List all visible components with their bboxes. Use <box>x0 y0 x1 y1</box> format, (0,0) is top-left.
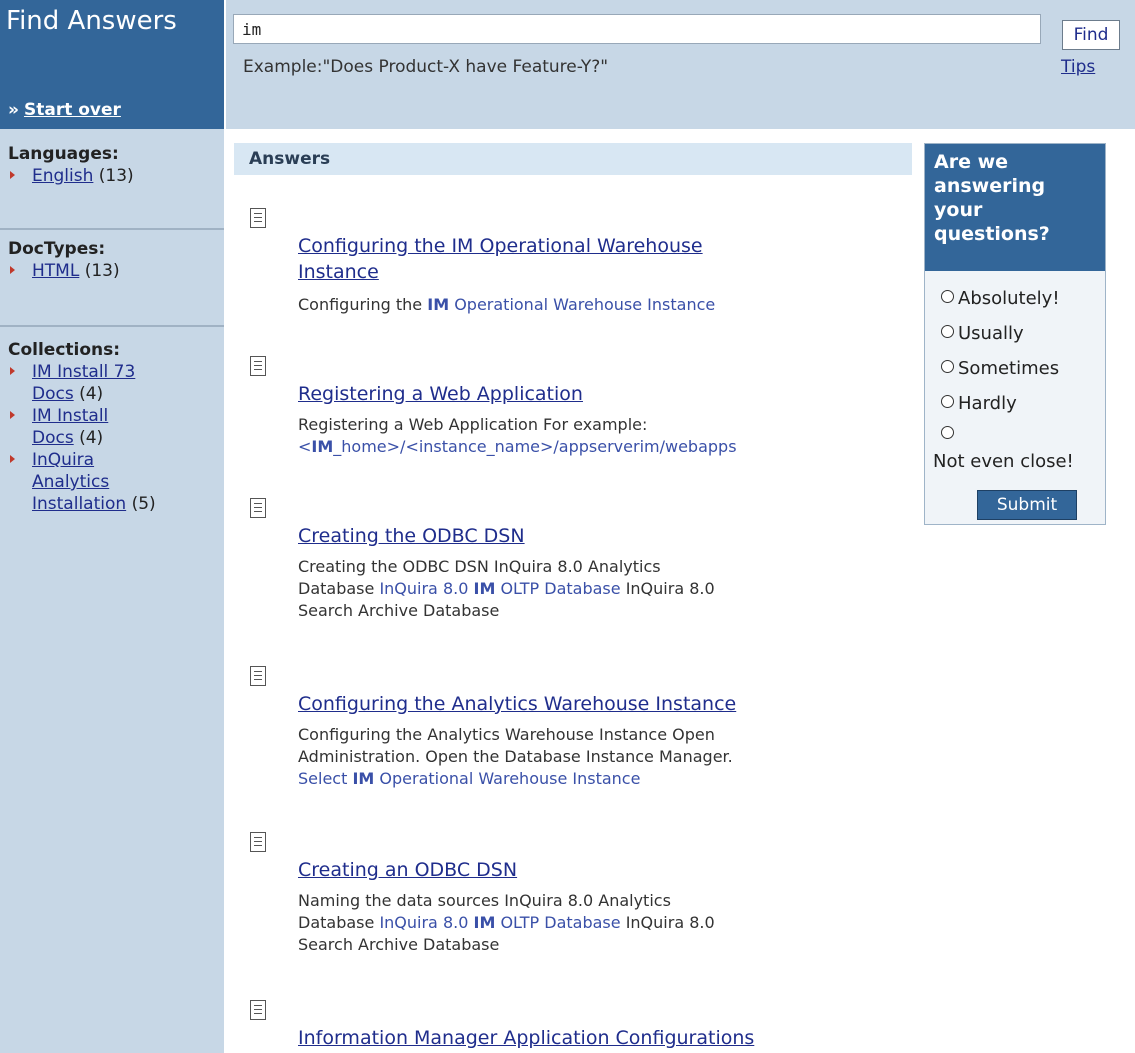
document-icon <box>250 1000 266 1020</box>
document-icon <box>250 356 266 376</box>
double-chevron-icon: » <box>8 100 19 120</box>
doctypes-facet: DocTypes: HTML (13) <box>0 238 224 282</box>
radio-icon[interactable] <box>941 290 954 303</box>
result-title-link[interactable]: Creating the ODBC DSN <box>298 523 878 549</box>
feedback-panel: Are we answering your questions? Absolut… <box>924 143 1106 525</box>
feedback-option-absolutely[interactable]: Absolutely! <box>941 288 1060 309</box>
facet-item-im-install-73: IM Install 73 Docs (4) <box>8 361 224 405</box>
collections-heading: Collections: <box>8 340 121 360</box>
facet-item-inquira-analytics: InQuira Analytics Installation (5) <box>8 449 224 515</box>
feedback-option-not-even-close[interactable] <box>941 424 958 445</box>
result-snippet: Configuring the Analytics Warehouse Inst… <box>298 725 733 788</box>
feedback-question: Are we answering your questions? <box>925 144 1105 271</box>
triangle-right-icon <box>10 266 15 274</box>
search-input[interactable] <box>233 14 1041 44</box>
result-snippet: Configuring the IM Operational Warehouse… <box>298 295 716 314</box>
result-title-link[interactable]: Creating an ODBC DSN <box>298 857 878 883</box>
result-title-link[interactable]: Configuring the Analytics Warehouse Inst… <box>298 691 878 717</box>
search-band: Find Example:"Does Product-X have Featur… <box>226 0 1135 129</box>
feedback-option-usually[interactable]: Usually <box>941 323 1024 344</box>
brand-panel: Find Answers » Start over <box>0 0 224 129</box>
result-title-link[interactable]: Configuring the IM Operational Warehouse… <box>298 233 878 285</box>
result-snippet: Creating the ODBC DSN InQuira 8.0 Analyt… <box>298 557 715 620</box>
document-icon <box>250 666 266 686</box>
triangle-right-icon <box>10 411 15 419</box>
result-snippet: Registering a Web Application For exampl… <box>298 415 737 456</box>
triangle-right-icon <box>10 171 15 179</box>
collections-facet: Collections: IM Install 73 Docs (4) IM In… <box>0 339 224 515</box>
facet-item-im-install: IM Install Docs (4) <box>8 405 224 449</box>
document-icon <box>250 208 266 228</box>
facet-item-english: English (13) <box>8 165 224 187</box>
tips-link[interactable]: Tips <box>1061 57 1095 77</box>
languages-facet: Languages: English (13) <box>0 143 224 187</box>
facet-count: (13) <box>98 166 134 186</box>
facet-link-inquira-analytics[interactable]: InQuira Analytics Installation <box>32 450 126 514</box>
radio-icon[interactable] <box>941 360 954 373</box>
submit-button[interactable]: Submit <box>977 490 1077 520</box>
result-title-link[interactable]: Registering a Web Application <box>298 381 878 407</box>
start-over-link[interactable]: Start over <box>24 100 121 120</box>
facet-divider <box>0 325 224 327</box>
feedback-option-sometimes[interactable]: Sometimes <box>941 358 1059 379</box>
triangle-right-icon <box>10 455 15 463</box>
document-icon <box>250 832 266 852</box>
answers-heading: Answers <box>234 143 912 175</box>
facet-count: (4) <box>79 428 104 448</box>
document-icon <box>250 498 266 518</box>
facet-link-html[interactable]: HTML <box>32 261 79 281</box>
result-snippet: Naming the data sources InQuira 8.0 Anal… <box>298 891 715 954</box>
doctypes-heading: DocTypes: <box>8 239 106 259</box>
languages-heading: Languages: <box>8 144 119 164</box>
feedback-option-hardly[interactable]: Hardly <box>941 393 1017 414</box>
facet-count: (5) <box>131 494 156 514</box>
facet-item-html: HTML (13) <box>8 260 224 282</box>
radio-icon[interactable] <box>941 325 954 338</box>
find-button[interactable]: Find <box>1062 20 1120 50</box>
facet-link-english[interactable]: English <box>32 166 93 186</box>
feedback-option-label: Not even close! <box>933 451 1074 472</box>
result-title-link[interactable]: Information Manager Application Configur… <box>298 1025 878 1051</box>
facet-sidebar: Languages: English (13) DocTypes: HTML (… <box>0 129 224 1053</box>
search-example-text: Example:"Does Product-X have Feature-Y?" <box>243 57 609 77</box>
radio-icon[interactable] <box>941 426 954 439</box>
facet-divider <box>0 228 224 230</box>
brand-title: Find Answers <box>6 6 177 36</box>
facet-count: (13) <box>84 261 120 281</box>
triangle-right-icon <box>10 367 15 375</box>
facet-count: (4) <box>79 384 104 404</box>
start-over-row: » Start over <box>8 100 121 120</box>
radio-icon[interactable] <box>941 395 954 408</box>
